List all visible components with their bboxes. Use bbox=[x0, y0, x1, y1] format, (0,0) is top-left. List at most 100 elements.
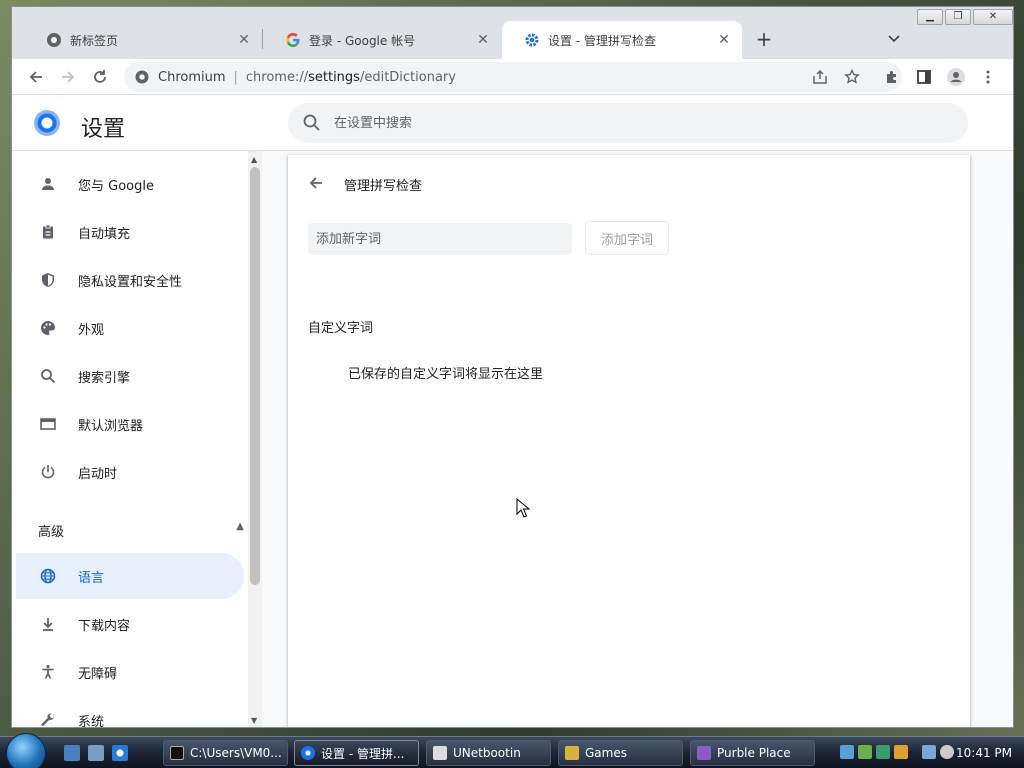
settings-header: 设置 bbox=[12, 95, 1013, 151]
chromium-logo bbox=[34, 110, 60, 136]
minimize-button[interactable]: ▁ bbox=[917, 9, 943, 25]
scroll-down-icon[interactable]: ▼ bbox=[251, 716, 257, 725]
close-icon[interactable]: ✕ bbox=[475, 32, 491, 48]
settings-search[interactable] bbox=[288, 103, 968, 143]
chevron-down-icon bbox=[888, 35, 900, 43]
url-host: settings bbox=[308, 69, 360, 85]
tray-app-icon[interactable] bbox=[894, 745, 908, 759]
sidebar-scrollbar[interactable]: ▲ ▼ bbox=[248, 151, 262, 727]
tray-app-icon[interactable] bbox=[858, 745, 872, 759]
caret-up-icon: ▲ bbox=[236, 521, 244, 532]
tab-search-button[interactable] bbox=[882, 27, 906, 51]
back-button[interactable] bbox=[24, 65, 48, 89]
search-icon bbox=[303, 114, 320, 131]
taskbar-button-label: C:\Users\VM0... bbox=[190, 746, 282, 760]
tab-title: 新标签页 bbox=[70, 33, 119, 48]
gear-icon bbox=[524, 32, 540, 48]
tray-app-icon[interactable] bbox=[840, 745, 854, 759]
new-word-input[interactable] bbox=[308, 223, 572, 255]
show-desktop-icon[interactable] bbox=[64, 745, 80, 761]
scroll-up-icon[interactable]: ▲ bbox=[251, 155, 257, 164]
sidebar-item-search-engine[interactable]: 搜索引擎 bbox=[16, 353, 244, 399]
back-button[interactable] bbox=[304, 171, 328, 195]
sidebar-item-label: 无障碍 bbox=[78, 666, 118, 682]
chromium-icon bbox=[301, 746, 315, 760]
sidebar-item-label: 默认浏览器 bbox=[78, 418, 144, 434]
sidebar-item-accessibility[interactable]: 无障碍 bbox=[16, 649, 244, 695]
power-icon bbox=[38, 462, 58, 482]
reload-icon bbox=[94, 70, 106, 83]
volume-muted-icon[interactable] bbox=[940, 745, 954, 759]
forward-arrow-icon bbox=[62, 71, 75, 83]
close-window-button[interactable]: ✕ bbox=[973, 9, 1013, 25]
settings-content: 您与 Google 自动填充 隐私设置和安全性 外观 搜索引擎 默认浏览器 启动… bbox=[12, 151, 1013, 727]
network-icon[interactable] bbox=[922, 745, 936, 759]
wrench-icon bbox=[38, 710, 58, 727]
close-icon[interactable]: ✕ bbox=[236, 32, 252, 48]
search-input[interactable] bbox=[334, 115, 894, 131]
sidebar-item-label: 启动时 bbox=[78, 466, 118, 482]
browser-icon bbox=[38, 414, 58, 434]
tab-title: 设置 - 管理拼写检查 bbox=[548, 33, 656, 48]
tray-app-icon[interactable] bbox=[876, 745, 890, 759]
advanced-label: 高级 bbox=[38, 525, 65, 540]
tab-title: 登录 - Google 帐号 bbox=[309, 33, 416, 48]
new-tab-button[interactable]: + bbox=[752, 27, 776, 51]
start-button[interactable] bbox=[6, 733, 46, 768]
sidebar-item-label: 下载内容 bbox=[78, 618, 131, 634]
close-icon[interactable]: ✕ bbox=[716, 32, 732, 48]
taskbar-button-chromium[interactable]: 设置 - 管理拼... bbox=[294, 740, 419, 766]
tab-new-tab[interactable]: 新标签页 ✕ bbox=[24, 21, 262, 59]
browser-window: 新标签页 ✕ 登录 - Google 帐号 ✕ 设置 - 管理拼写检查 ✕ + … bbox=[11, 6, 1014, 728]
kebab-menu-icon bbox=[986, 70, 990, 84]
bookmark-button[interactable] bbox=[840, 65, 864, 89]
side-panel-icon bbox=[917, 70, 931, 84]
sidebar-item-downloads[interactable]: 下载内容 bbox=[16, 601, 244, 647]
maximize-button[interactable]: ❐ bbox=[945, 9, 971, 25]
chromium-site-icon[interactable] bbox=[134, 69, 150, 85]
taskbar-button-games[interactable]: Games bbox=[558, 740, 683, 766]
sidebar-item-on-startup[interactable]: 启动时 bbox=[16, 449, 244, 495]
system-tray: 10:41 PM bbox=[834, 740, 1024, 766]
sidebar-item-label: 您与 Google bbox=[78, 178, 154, 194]
taskbar-button-unetbootin[interactable]: UNetbootin bbox=[426, 740, 551, 766]
reload-button[interactable] bbox=[88, 65, 112, 89]
internet-explorer-icon[interactable] bbox=[112, 745, 128, 761]
star-icon bbox=[844, 69, 860, 84]
sidebar-item-system[interactable]: 系统 bbox=[16, 697, 244, 727]
subpage-title: 管理拼写检查 bbox=[344, 179, 423, 194]
mouse-cursor-icon bbox=[516, 498, 530, 518]
switch-windows-icon[interactable] bbox=[88, 745, 104, 761]
sidebar-item-label: 搜索引擎 bbox=[78, 370, 131, 386]
tab-google-login[interactable]: 登录 - Google 帐号 ✕ bbox=[263, 21, 501, 59]
menu-button[interactable] bbox=[976, 65, 1000, 89]
taskbar: C:\Users\VM0... 设置 - 管理拼... UNetbootin G… bbox=[0, 733, 1024, 768]
back-arrow-icon bbox=[309, 177, 322, 189]
download-icon bbox=[38, 614, 58, 634]
share-button[interactable] bbox=[808, 65, 832, 89]
omnibox-divider: | bbox=[233, 69, 238, 85]
profile-button[interactable] bbox=[944, 65, 968, 89]
sidebar-item-privacy[interactable]: 隐私设置和安全性 bbox=[16, 257, 244, 303]
extensions-button[interactable] bbox=[880, 65, 904, 89]
empty-list-message: 已保存的自定义字词将显示在这里 bbox=[348, 367, 544, 382]
sidebar-item-you-and-google[interactable]: 您与 Google bbox=[16, 161, 244, 207]
forward-button[interactable] bbox=[56, 65, 80, 89]
scrollbar-thumb[interactable] bbox=[250, 167, 260, 585]
cmd-icon bbox=[170, 746, 184, 760]
address-bar[interactable]: Chromium | chrome://settings/editDiction… bbox=[124, 62, 902, 92]
sidebar-item-appearance[interactable]: 外观 bbox=[16, 305, 244, 351]
add-word-button[interactable]: 添加字词 bbox=[585, 221, 669, 255]
sidebar-item-autofill[interactable]: 自动填充 bbox=[16, 209, 244, 255]
sidebar-item-default-browser[interactable]: 默认浏览器 bbox=[16, 401, 244, 447]
taskbar-button-purble-place[interactable]: Purble Place bbox=[690, 740, 815, 766]
page-title: 设置 bbox=[81, 117, 126, 142]
taskbar-button-cmd[interactable]: C:\Users\VM0... bbox=[163, 740, 288, 766]
tab-settings[interactable]: 设置 - 管理拼写检查 ✕ bbox=[502, 21, 742, 59]
taskbar-button-label: Games bbox=[585, 746, 627, 760]
google-icon bbox=[285, 32, 301, 48]
clock[interactable]: 10:41 PM bbox=[956, 746, 1012, 760]
advanced-section-toggle[interactable]: 高级 ▲ bbox=[38, 521, 244, 540]
side-panel-button[interactable] bbox=[912, 65, 936, 89]
sidebar-item-languages[interactable]: 语言 bbox=[16, 553, 244, 599]
